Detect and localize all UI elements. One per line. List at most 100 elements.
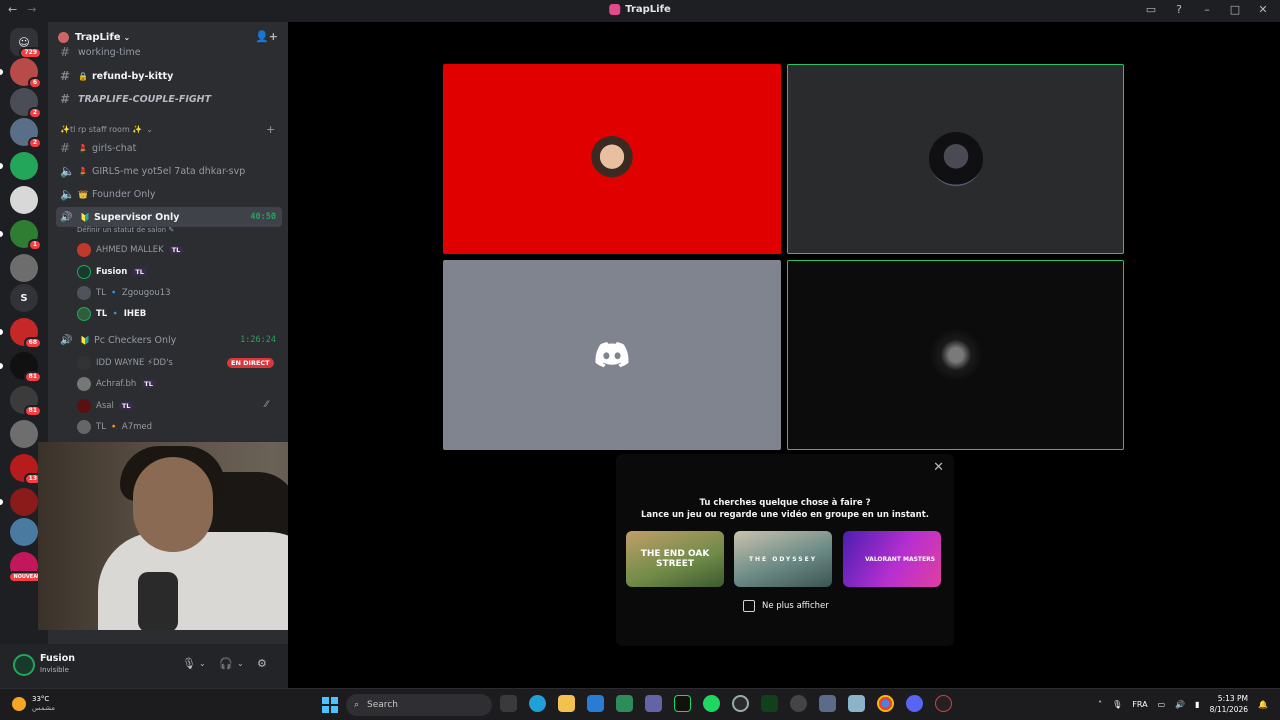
voice-member[interactable]: TL 🔹 Zgougou13 [77,284,171,302]
participant-tile-speaking[interactable] [787,260,1124,450]
user-avatar[interactable] [13,654,35,676]
server-icon-server-traplife[interactable] [10,186,38,214]
gear-icon[interactable]: ⚙ [257,657,267,670]
settings-icon[interactable] [819,695,836,712]
voice-channel-girls[interactable]: 🔈 💄 GIRLS-me yot5el 7ata dhkar-svp [56,161,282,181]
activity-card-end-oak-street[interactable]: THE END OAK STREET [626,531,724,587]
chrome-icon[interactable] [877,695,894,712]
network-icon[interactable]: ▭ [1158,700,1166,709]
avatar [77,420,91,434]
language-indicator[interactable]: FRA [1132,700,1147,709]
discord-icon[interactable] [906,695,923,712]
activity-prompt-subtitle: Lance un jeu ou regarde une vidéo en gro… [640,510,930,520]
invite-icon[interactable]: 👤+ [255,30,278,43]
nvidia-icon[interactable] [761,695,778,712]
unread-badge: 6 [27,77,42,89]
voice-channel-founder-only[interactable]: 🔈 👑 Founder Only [56,184,282,204]
discord-logo-icon [595,342,629,368]
avatar [77,399,91,413]
server-icon-server-15[interactable] [10,518,38,546]
notification-icon[interactable]: 🔔 [1258,700,1268,709]
participant-tile[interactable] [443,64,781,254]
server-icon-server-2[interactable]: 2 [10,88,42,119]
app-icon[interactable] [935,695,952,712]
voice-member[interactable]: TL 🔹 IHEB [77,305,146,323]
activity-card-valorant-masters[interactable]: VALORANT MASTERS [843,531,941,587]
edge-icon[interactable] [529,695,546,712]
server-icon-server-13[interactable]: 13 [10,454,42,485]
notepad-icon[interactable] [674,695,691,712]
server-icon-server-3[interactable]: 2 [10,118,42,149]
voice-member[interactable]: IDD WAYNE ⚡DD's [77,354,173,372]
voice-channel-supervisor-only[interactable]: 🔊 🔰 Supervisor Only 40:50 [56,207,282,227]
voice-member[interactable]: Fusion TL [77,263,147,281]
headphones-icon[interactable]: 🎧 [219,657,233,670]
channel-refund-by-kitty[interactable]: # 🔒 refund-by-kitty [56,66,282,86]
help-icon[interactable]: ? [1172,3,1186,16]
server-icon-server-4[interactable] [10,152,38,180]
avatar [77,307,91,321]
spotify-icon[interactable] [703,695,720,712]
chevron-down-icon: ⌄ [146,125,153,134]
add-channel-icon[interactable]: + [266,123,275,136]
channel-status-hint[interactable]: Définir un statut de salon ✎ [77,226,174,234]
activity-card-the-odyssey[interactable]: THE ODYSSEY [734,531,832,587]
weather-widget[interactable]: 33°C مشمس [12,695,55,713]
server-icon-server-12[interactable] [10,420,38,448]
server-icon-server-clutch[interactable]: 81 [10,352,42,383]
channel-girls-chat[interactable]: # 💄 girls-chat [56,138,282,158]
category-staff-room[interactable]: ✨tl rp staff room ✨ ⌄ + [60,123,275,136]
server-icon-server-criminal[interactable] [10,488,38,516]
server-icon-server-16[interactable]: NOUVEAU [8,552,46,583]
home-button[interactable]: ☺ 729 [10,28,42,59]
task-view-icon[interactable] [500,695,517,712]
hash-icon: # [60,69,71,83]
store-icon[interactable] [616,695,633,712]
file-explorer-icon[interactable] [558,695,575,712]
voice-channel-pc-checkers[interactable]: 🔊 🔰 Pc Checkers Only 1:26:24 [56,330,282,350]
start-button[interactable] [322,697,338,713]
dont-show-again-label[interactable]: Ne plus afficher [762,601,829,611]
voice-member[interactable]: Asal TL [77,397,134,415]
server-icon-server-9[interactable]: 68 [10,318,42,349]
mic-icon[interactable]: 🎙 [182,657,196,670]
battery-icon[interactable]: ▮ [1195,700,1199,709]
voice-member[interactable]: TL 🔸 A7med [77,418,152,436]
channel-traplife-couple-fight[interactable]: # TRAPLIFE-COUPLE-FIGHT [56,89,282,109]
speaker-icon: 🔈 [60,164,75,178]
server-icon-server-6[interactable]: 1 [10,220,42,251]
mic-icon[interactable]: 🎙 [1112,700,1122,709]
server-icon-server-s[interactable]: S [10,284,38,312]
dont-show-again-checkbox[interactable] [743,600,755,612]
server-icon-server-1[interactable]: 6 [10,58,42,89]
weather-label: مشمس [32,704,55,712]
chevron-down-icon[interactable]: ⌄ [237,659,244,668]
channel-working-time[interactable]: # working-time [56,46,282,58]
obs-icon[interactable] [732,695,749,712]
role-tag: TL [141,380,156,388]
voice-member[interactable]: AHMED MALLEK TL [77,241,184,259]
calculator-icon[interactable] [848,695,865,712]
voice-member[interactable]: Achraf.bh TL [77,375,156,393]
server-icon-server-7[interactable] [10,254,38,282]
close-window-button[interactable]: ✕ [1256,3,1270,16]
window-controls: ▭ ? – □ ✕ [1144,3,1270,16]
chatgpt-icon[interactable] [790,695,807,712]
role-tag: TL [118,402,134,410]
chevron-down-icon[interactable]: ⌄ [199,659,206,668]
minimize-button[interactable]: – [1200,3,1214,16]
server-icon-server-11[interactable]: 81 [10,386,42,417]
clock[interactable]: 5:13 PM 8/11/2026 [1210,693,1248,715]
teams-icon[interactable] [645,695,662,712]
forward-arrow-icon[interactable]: → [27,3,36,16]
volume-icon[interactable]: 🔊 [1175,700,1185,709]
chevron-up-icon[interactable]: ˄ [1098,700,1102,709]
outlook-icon[interactable] [587,695,604,712]
maximize-button[interactable]: □ [1228,3,1242,16]
back-arrow-icon[interactable]: ← [8,3,17,16]
participant-tile-speaking[interactable] [787,64,1124,254]
taskbar-search[interactable]: ⌕ Search [346,694,492,716]
close-icon[interactable]: ✕ [933,460,944,475]
inbox-icon[interactable]: ▭ [1144,3,1158,16]
participant-tile[interactable] [443,260,781,450]
